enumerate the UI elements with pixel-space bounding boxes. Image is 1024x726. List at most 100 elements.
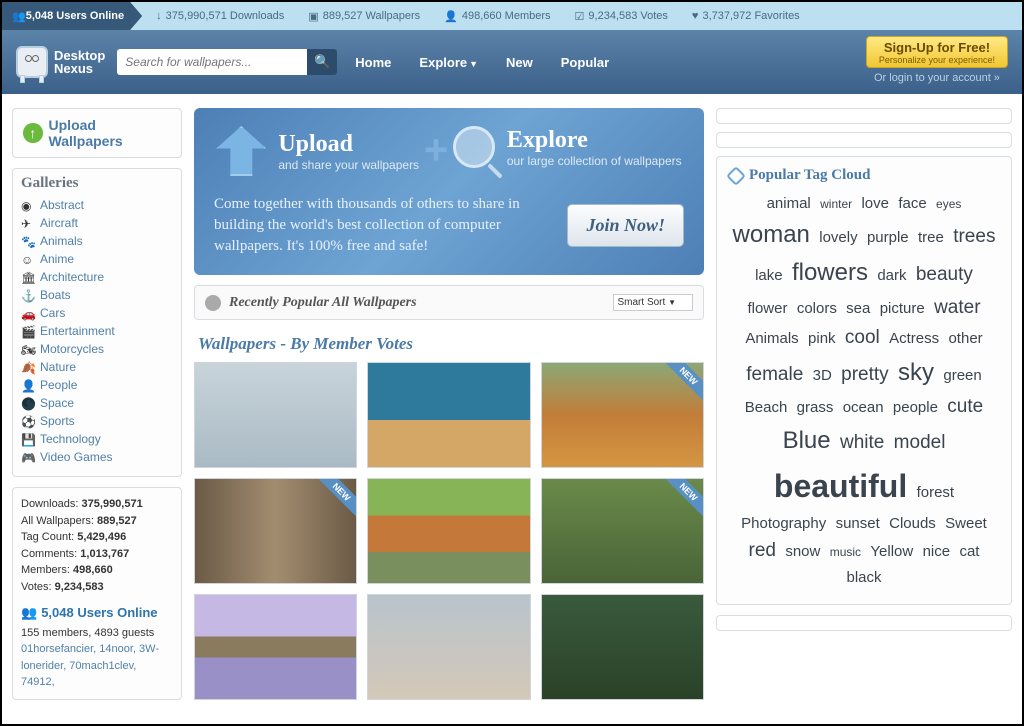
tag[interactable]: beauty	[916, 264, 973, 285]
tag[interactable]: grass	[797, 399, 834, 416]
nav-home[interactable]: Home	[355, 55, 391, 70]
join-now-button[interactable]: Join Now!	[567, 204, 684, 247]
gallery-link[interactable]: Nature	[40, 360, 76, 374]
tag[interactable]: ocean	[843, 399, 884, 416]
tag[interactable]: other	[948, 330, 982, 347]
tag[interactable]: tree	[918, 229, 944, 246]
tag[interactable]: female	[746, 364, 803, 385]
tag[interactable]: eyes	[936, 197, 961, 211]
wallpaper-thumb[interactable]	[194, 362, 357, 468]
wallpaper-thumb[interactable]	[367, 362, 530, 468]
gallery-item[interactable]: ◉Abstract	[21, 196, 173, 214]
tag[interactable]: trees	[953, 226, 995, 247]
wallpaper-thumb[interactable]: NEW	[194, 478, 357, 584]
tag[interactable]: colors	[797, 300, 837, 317]
gallery-link[interactable]: Boats	[40, 288, 71, 302]
tag[interactable]: beautiful	[774, 468, 907, 504]
tag[interactable]: nice	[923, 543, 951, 560]
gallery-link[interactable]: Architecture	[40, 270, 104, 284]
tag[interactable]: lake	[755, 267, 783, 284]
wallpaper-thumb[interactable]	[194, 594, 357, 700]
tag[interactable]: love	[861, 195, 889, 212]
tag[interactable]: sea	[846, 300, 870, 317]
gallery-link[interactable]: Video Games	[40, 450, 113, 464]
tag[interactable]: red	[749, 540, 776, 561]
sort-select[interactable]: Smart Sort ▼	[613, 294, 694, 311]
gallery-item[interactable]: 🌑Space	[21, 394, 173, 412]
tag[interactable]: cool	[845, 327, 880, 348]
tag[interactable]: dark	[877, 267, 906, 284]
gallery-item[interactable]: 🏛Architecture	[21, 268, 173, 286]
gallery-item[interactable]: ⚽Sports	[21, 412, 173, 430]
gallery-item[interactable]: 🎮Video Games	[21, 448, 173, 466]
gallery-item[interactable]: 🍂Nature	[21, 358, 173, 376]
upload-wallpapers-button[interactable]: ↑ Upload Wallpapers	[12, 108, 182, 158]
tag[interactable]: people	[893, 399, 938, 416]
wallpaper-thumb[interactable]	[367, 594, 530, 700]
tag[interactable]: cute	[947, 396, 983, 417]
tag[interactable]: Photography	[741, 515, 826, 532]
nav-popular[interactable]: Popular	[561, 55, 609, 70]
tag[interactable]: animal	[767, 195, 811, 212]
tag[interactable]: Clouds	[889, 515, 936, 532]
gallery-item[interactable]: ⚓Boats	[21, 286, 173, 304]
tag[interactable]: cat	[959, 543, 979, 560]
wallpaper-thumb[interactable]	[367, 478, 530, 584]
gallery-item[interactable]: 💾Technology	[21, 430, 173, 448]
gallery-link[interactable]: Anime	[40, 252, 74, 266]
gallery-link[interactable]: People	[40, 378, 77, 392]
logo[interactable]: DesktopNexus	[16, 46, 105, 78]
gallery-item[interactable]: 🏍Motorcycles	[21, 340, 173, 358]
tag[interactable]: Actress	[889, 330, 939, 347]
search-input[interactable]	[117, 49, 307, 75]
wallpaper-thumb[interactable]: NEW	[541, 478, 704, 584]
tag[interactable]: pretty	[841, 364, 889, 385]
tag[interactable]: pink	[808, 330, 836, 347]
tag[interactable]: black	[846, 569, 881, 586]
login-link[interactable]: Or login to your account »	[866, 72, 1008, 84]
signup-button[interactable]: Sign-Up for Free! Personalize your exper…	[866, 36, 1008, 68]
tag[interactable]: flowers	[792, 259, 868, 286]
nav-explore[interactable]: Explore▼	[419, 55, 478, 70]
tag[interactable]: Animals	[745, 330, 798, 347]
search-button[interactable]: 🔍	[307, 49, 337, 75]
wallpaper-thumb[interactable]: NEW	[541, 362, 704, 468]
tag[interactable]: Beach	[745, 399, 788, 416]
gallery-item[interactable]: 🎬Entertainment	[21, 322, 173, 340]
gallery-link[interactable]: Space	[40, 396, 74, 410]
gallery-link[interactable]: Cars	[40, 306, 65, 320]
gallery-link[interactable]: Entertainment	[40, 324, 115, 338]
gallery-item[interactable]: ✈Aircraft	[21, 214, 173, 232]
tag[interactable]: picture	[880, 300, 925, 317]
gallery-item[interactable]: 🐾Animals	[21, 232, 173, 250]
tag[interactable]: water	[934, 297, 980, 318]
tag[interactable]: woman	[733, 221, 810, 248]
tag[interactable]: winter	[820, 197, 852, 211]
tag[interactable]: face	[898, 195, 926, 212]
tag[interactable]: forest	[917, 484, 955, 501]
tag[interactable]: purple	[867, 229, 909, 246]
tag[interactable]: Sweet	[945, 515, 987, 532]
tag[interactable]: Yellow	[870, 543, 913, 560]
gallery-item[interactable]: 👤People	[21, 376, 173, 394]
tag[interactable]: flower	[747, 300, 787, 317]
gallery-item[interactable]: ☺Anime	[21, 250, 173, 268]
gallery-link[interactable]: Animals	[40, 234, 83, 248]
nav-new[interactable]: New	[506, 55, 533, 70]
gallery-link[interactable]: Aircraft	[40, 216, 78, 230]
tag[interactable]: green	[943, 367, 981, 384]
tag[interactable]: white	[840, 432, 884, 453]
gallery-link[interactable]: Abstract	[40, 198, 84, 212]
tag[interactable]: model	[894, 432, 946, 453]
gallery-link[interactable]: Technology	[40, 432, 101, 446]
tag[interactable]: music	[830, 545, 861, 559]
tag[interactable]: Blue	[783, 427, 831, 454]
tag[interactable]: sunset	[836, 515, 880, 532]
gallery-item[interactable]: 🚗Cars	[21, 304, 173, 322]
tag[interactable]: 3D	[813, 367, 832, 384]
gallery-link[interactable]: Motorcycles	[40, 342, 104, 356]
wallpaper-thumb[interactable]	[541, 594, 704, 700]
tag[interactable]: lovely	[819, 229, 857, 246]
tag[interactable]: sky	[898, 359, 934, 386]
gallery-link[interactable]: Sports	[40, 414, 75, 428]
